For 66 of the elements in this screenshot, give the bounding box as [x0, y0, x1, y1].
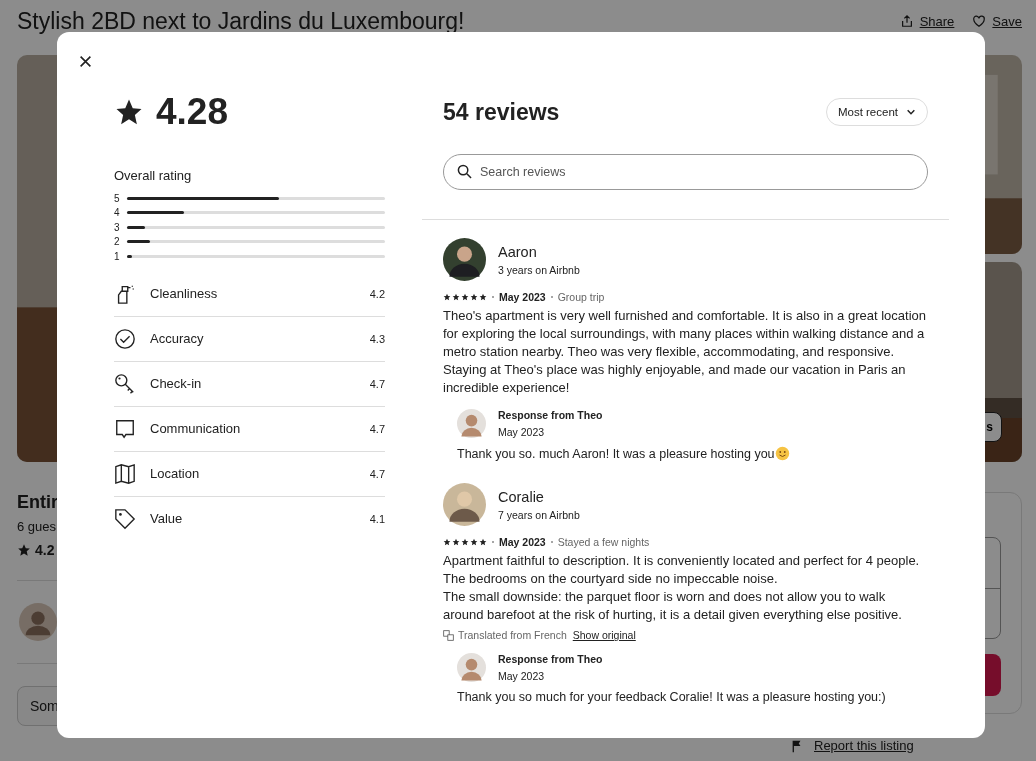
category-label: Communication	[150, 421, 242, 436]
response-text: Thank you so much for your feedback Coralie! It was a pleasure hosting you:)	[457, 690, 886, 704]
category-label: Value	[150, 511, 184, 526]
response-date: May 2023	[498, 670, 546, 682]
listing-title: Stylish 2BD next to Jardins du Luxembourg!	[17, 7, 465, 35]
close-icon	[78, 54, 92, 68]
star-level-label: 4	[114, 207, 121, 219]
star-icon	[17, 543, 31, 557]
overall-rating-label: Overall rating	[114, 168, 193, 183]
category-label: Check-in	[150, 376, 203, 391]
response-title: Response from Theo	[498, 653, 603, 665]
review-text: Apartment faithful to description. It is conveniently located and perfect for 4 people. The bedrooms on the courtyard side no impeccable noise.	[443, 552, 921, 588]
category-score: 4.7	[369, 377, 385, 390]
translation-note: Translated from French	[458, 629, 567, 641]
share-icon	[899, 14, 914, 28]
response-title: Response from Theo	[498, 409, 603, 421]
avatar	[443, 238, 486, 281]
action-link[interactable]: Share	[899, 13, 955, 29]
category-score: 4.3	[369, 332, 385, 345]
show-original-link[interactable]: Show original	[572, 629, 636, 641]
avatar	[443, 483, 486, 526]
review-date: May 2023	[499, 536, 546, 548]
star-level-label: 5	[114, 192, 121, 204]
category-score: 4.1	[369, 512, 385, 525]
category-score: 4.7	[369, 422, 385, 435]
search-icon	[457, 164, 472, 179]
sort-dropdown[interactable]: Most recent	[825, 98, 928, 126]
reviewer-tenure: 3 years on Airbnb	[498, 263, 580, 276]
review-text: The small downside: the parquet floor is worn and does not allow you to walk around barefoot at the risk of hurting, it is a detail given everything else positive.	[443, 588, 903, 624]
reviews-count: 54 reviews	[443, 98, 560, 126]
speech-bubble-icon	[114, 417, 136, 440]
trip-type: Stayed a few nights	[557, 536, 650, 548]
translate-icon	[443, 629, 454, 641]
search-field[interactable]: Search reviews	[443, 154, 928, 190]
response-text: Thank you so. much Aaron! It was a pleasure hosting you	[457, 446, 775, 461]
report-link[interactable]: Report this listing	[814, 738, 914, 753]
review-text: Theo's apartment is very well furnished and comfortable. It is also in a great location for exploring the local surroundings, with many places within walking distance and a metro station nearby. Theo was very flexible, accommodating, and responsive. Staying at Theo's place was highly enjoyable, and made our vacation in Paris an incredible experience!	[443, 307, 927, 397]
listing-heading: Entir	[17, 492, 58, 513]
guests-text: 6 gues	[17, 519, 57, 534]
review-date: May 2023	[499, 291, 546, 303]
map-icon	[114, 462, 136, 485]
star-level-label: 2	[114, 236, 121, 248]
star-level-label: 1	[114, 250, 121, 262]
avatar	[457, 409, 486, 438]
star-level-label: 3	[114, 221, 121, 233]
category-score: 4.7	[369, 467, 385, 480]
trip-type: Group trip	[557, 291, 605, 303]
key-icon	[114, 372, 136, 395]
avatar	[457, 653, 486, 682]
rating-text: 4.2	[35, 542, 55, 558]
caret-icon	[906, 107, 916, 117]
heart-icon	[972, 14, 987, 28]
response-date: May 2023	[498, 426, 546, 438]
action-link[interactable]: Save	[972, 13, 1022, 29]
category-label: Cleanliness	[150, 286, 219, 301]
reviewer-tenure: 7 years on Airbnb	[498, 508, 580, 521]
avatar	[19, 603, 57, 641]
category-label: Accuracy	[150, 331, 205, 346]
smiley-icon	[774, 446, 790, 461]
category-label: Location	[150, 466, 201, 481]
reviewer-name: Aaron	[498, 243, 538, 260]
rating-score: 4.28	[156, 91, 228, 133]
category-score: 4.2	[369, 287, 385, 300]
check-circle-icon	[114, 327, 136, 350]
reviewer-name: Coralie	[498, 488, 545, 505]
tag-icon	[114, 507, 136, 530]
